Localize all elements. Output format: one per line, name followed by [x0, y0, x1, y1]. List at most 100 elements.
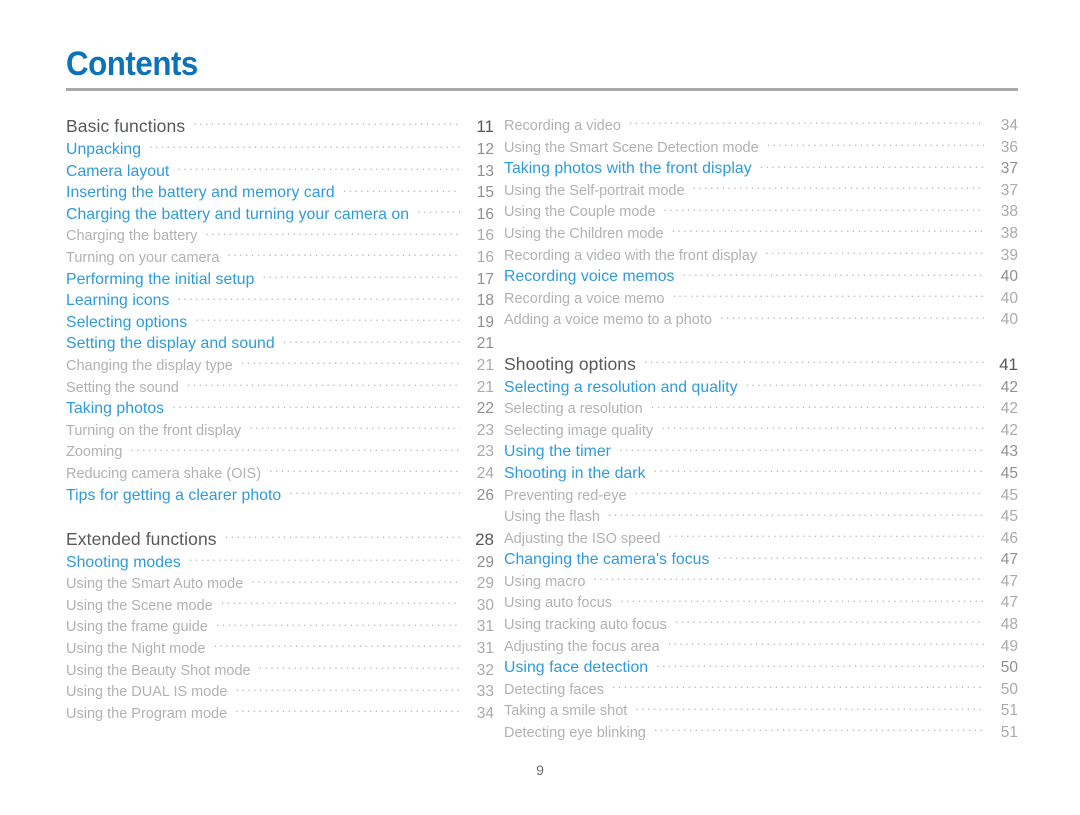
toc-entry-label: Using the Program mode [66, 705, 228, 722]
toc-entry-page-number: 42 [1000, 421, 1018, 439]
toc-entry[interactable]: Using face detection 50 [504, 656, 1018, 678]
toc-entry-label: Unpacking [66, 141, 142, 158]
toc-entry[interactable]: Using the Couple mode 38 [504, 200, 1018, 222]
toc-entry[interactable]: Detecting eye blinking 51 [504, 721, 1018, 743]
toc-entry-page-number: 39 [1000, 246, 1018, 264]
toc-entry[interactable]: Recording a video 34 [504, 114, 1018, 136]
toc-leader-dots [683, 265, 985, 281]
toc-leader-dots [675, 613, 984, 629]
toc-entry-label: Using macro [504, 573, 586, 590]
toc-leader-dots [608, 505, 984, 521]
toc-entry[interactable]: Selecting a resolution 42 [504, 397, 1018, 419]
toc-columns: Basic functions 11 Unpacking 12 Camera layou… [0, 114, 1080, 743]
toc-entry[interactable]: Using the Self-portrait mode 37 [504, 179, 1018, 201]
toc-entry-label: Using the flash [504, 509, 600, 526]
toc-leader-dots [635, 699, 984, 715]
toc-entry[interactable]: Setting the sound 21 [66, 376, 494, 398]
toc-entry-label: Turning on the front display [66, 422, 242, 439]
toc-entry-page-number: 30 [476, 596, 494, 614]
toc-entry[interactable]: Using tracking auto focus 48 [504, 613, 1018, 635]
toc-leader-dots [259, 659, 460, 675]
toc-leader-dots [619, 440, 984, 456]
toc-leader-dots [417, 203, 460, 219]
toc-leader-dots [593, 570, 984, 586]
toc-entry[interactable]: Using the Smart Scene Detection mode 36 [504, 136, 1018, 158]
toc-entry[interactable]: Shooting in the dark 45 [504, 462, 1018, 484]
toc-leader-dots [612, 678, 984, 694]
toc-entry[interactable]: Setting the display and sound 21 [66, 332, 494, 354]
toc-entry-page-number: 47 [1000, 594, 1018, 612]
toc-entry: Basic functions 11 [66, 114, 494, 138]
toc-entry-page-number: 37 [1000, 181, 1018, 199]
toc-entry[interactable]: Taking photos with the front display 37 [504, 157, 1018, 179]
toc-entry[interactable]: Using the Scene mode 30 [66, 594, 494, 616]
toc-entry[interactable]: Selecting a resolution and quality 42 [504, 376, 1018, 398]
toc-entry[interactable]: Recording a voice memo 40 [504, 287, 1018, 309]
toc-leader-dots [661, 419, 984, 435]
toc-entry-page-number: 31 [476, 640, 494, 658]
toc-entry[interactable]: Using the Children mode 38 [504, 222, 1018, 244]
toc-entry[interactable]: Tips for getting a clearer photo 26 [66, 484, 494, 506]
toc-entry-page-number: 43 [1000, 443, 1018, 461]
toc-entry[interactable]: Reducing camera shake (OIS) 24 [66, 462, 494, 484]
toc-entry[interactable]: Using the timer 43 [504, 440, 1018, 462]
toc-entry: Extended functions 28 [66, 527, 494, 551]
toc-entry[interactable]: Taking a smile shot 51 [504, 699, 1018, 721]
toc-leader-dots [629, 114, 984, 130]
toc-entry[interactable]: Adding a voice memo to a photo 40 [504, 308, 1018, 330]
toc-entry-label: Adjusting the ISO speed [504, 530, 661, 547]
toc-entry[interactable]: Adjusting the ISO speed 46 [504, 527, 1018, 549]
title-divider [66, 88, 1018, 91]
toc-entry-page-number: 51 [1000, 724, 1018, 742]
toc-entry-label: Recording a video with the front display [504, 247, 758, 264]
toc-entry[interactable]: Inserting the battery and memory card 15 [66, 181, 494, 203]
toc-leader-dots [635, 484, 984, 500]
toc-leader-dots [130, 440, 460, 456]
toc-entry[interactable]: Recording voice memos 40 [504, 265, 1018, 287]
toc-entry[interactable]: Detecting faces 50 [504, 678, 1018, 700]
toc-entry[interactable]: Zooming 23 [66, 440, 494, 462]
toc-entry-page-number: 23 [476, 443, 494, 461]
toc-entry[interactable]: Using the flash 45 [504, 505, 1018, 527]
toc-entry[interactable]: Changing the display type 21 [66, 354, 494, 376]
toc-entry[interactable]: Learning icons 18 [66, 289, 494, 311]
toc-leader-dots [767, 136, 984, 152]
toc-entry-label: Charging the battery [66, 228, 198, 245]
toc-entry-page-number: 34 [476, 704, 494, 722]
toc-entry[interactable]: Adjusting the focus area 49 [504, 635, 1018, 657]
toc-entry[interactable]: Shooting modes 29 [66, 551, 494, 573]
toc-entry[interactable]: Recording a video with the front display… [504, 244, 1018, 266]
toc-entry[interactable]: Selecting image quality 42 [504, 419, 1018, 441]
toc-entry[interactable]: Charging the battery 16 [66, 224, 494, 246]
toc-entry[interactable]: Using macro 47 [504, 570, 1018, 592]
toc-entry[interactable]: Using the Beauty Shot mode 32 [66, 659, 494, 681]
toc-entry[interactable]: Camera layout 13 [66, 160, 494, 182]
toc-entry-page-number: 33 [476, 683, 494, 701]
toc-entry[interactable]: Turning on the front display 23 [66, 419, 494, 441]
toc-entry[interactable]: Preventing red-eye 45 [504, 484, 1018, 506]
toc-entry[interactable]: Using auto focus 47 [504, 591, 1018, 613]
toc-entry[interactable]: Taking photos 22 [66, 397, 494, 419]
toc-entry[interactable]: Using the Night mode 31 [66, 637, 494, 659]
title-block: Contents [66, 44, 1018, 91]
toc-entry[interactable]: Charging the battery and turning your ca… [66, 203, 494, 225]
toc-entry[interactable]: Selecting options 19 [66, 311, 494, 333]
toc-entry[interactable]: Using the frame guide 31 [66, 615, 494, 637]
toc-leader-dots [213, 637, 460, 653]
toc-leader-dots [177, 289, 460, 305]
toc-entry-label: Selecting options [66, 313, 188, 331]
toc-leader-dots [205, 224, 460, 240]
toc-entry[interactable]: Using the Program mode 34 [66, 702, 494, 724]
toc-entry[interactable]: Changing the camera's focus 47 [504, 548, 1018, 570]
toc-entry[interactable]: Performing the initial setup 17 [66, 268, 494, 290]
toc-entry[interactable]: Using the Smart Auto mode 29 [66, 572, 494, 594]
toc-entry-page-number: 50 [1000, 680, 1018, 698]
toc-entry-label: Inserting the battery and memory card [66, 184, 335, 202]
toc-entry-label: Recording voice memos [504, 268, 675, 286]
toc-entry[interactable]: Using the DUAL IS mode 33 [66, 680, 494, 702]
toc-entry-page-number: 36 [1000, 138, 1018, 156]
toc-entry[interactable]: Turning on your camera 16 [66, 246, 494, 268]
toc-entry-page-number: 18 [476, 292, 494, 310]
toc-entry-label: Using the Smart Auto mode [66, 576, 244, 593]
toc-entry[interactable]: Unpacking 12 [66, 138, 494, 160]
